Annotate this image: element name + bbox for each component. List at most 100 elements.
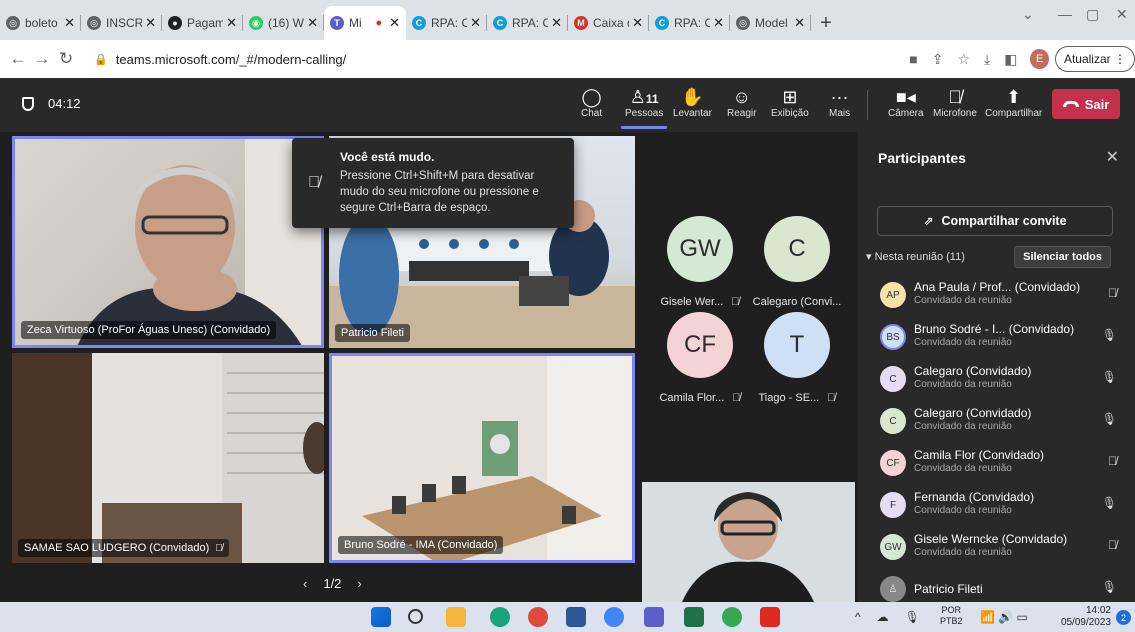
browser-tab[interactable]: C RPA: O ✕	[487, 6, 568, 40]
sidepanel-icon[interactable]: ◧	[1004, 51, 1017, 68]
avatar: AP	[880, 282, 906, 308]
close-tab-icon[interactable]: ✕	[145, 15, 156, 31]
browser-tab[interactable]: ◎ INSCRI✕	[81, 6, 162, 40]
close-tab-icon[interactable]: ✕	[713, 15, 724, 31]
mute-all-button[interactable]: Silenciar todos	[1014, 246, 1111, 268]
download-icon[interactable]: ⤓	[984, 51, 990, 68]
react-button[interactable]: ☺ Reagir	[727, 86, 756, 119]
clock[interactable]: 14:02 05/09/2023	[1061, 605, 1111, 629]
prev-page-icon[interactable]: ‹	[303, 576, 307, 591]
close-tab-icon[interactable]: ✕	[226, 15, 237, 31]
close-tab-icon[interactable]: ✕	[794, 15, 805, 31]
acrobat-icon[interactable]	[760, 607, 780, 627]
chevron-up-icon[interactable]: ^	[855, 610, 861, 624]
chrome-profile-icon[interactable]	[604, 607, 624, 627]
reload-icon[interactable]: ↻	[54, 49, 78, 69]
excel-icon[interactable]	[684, 607, 704, 627]
new-tab-button[interactable]: +	[811, 6, 841, 40]
participant-row[interactable]: GW Gisele Werncke (Convidado) Convidado da…	[858, 530, 1135, 570]
toast-title: Você está mudo.	[340, 150, 435, 164]
mic-icon[interactable]: 🎙	[1102, 370, 1117, 384]
browser-tab[interactable]: ◎ boleto ✕	[0, 6, 81, 40]
share-button[interactable]: ⬆ Compartilhar	[985, 86, 1042, 119]
address-bar[interactable]: 🔒 teams.microsoft.com/_#/modern-calling/	[86, 45, 790, 73]
share-invite-button[interactable]: ⇗ Compartilhar convite	[877, 206, 1113, 236]
leave-button[interactable]: Sair	[1052, 89, 1120, 119]
wifi-volume-battery-icon[interactable]: 📶 🔊 ▭	[980, 610, 1028, 624]
browser-tab[interactable]: T Mi ● ✕	[324, 6, 406, 40]
share-page-icon[interactable]: ⇪	[932, 51, 944, 68]
notification-badge[interactable]: 2	[1116, 610, 1131, 625]
participant-avatar-tile[interactable]: T Tiago - SE... 🎙̸	[752, 312, 842, 404]
participant-row[interactable]: BS Bruno Sodré - I... (Convidado) Convidad…	[858, 320, 1135, 360]
close-tab-icon[interactable]: ✕	[307, 15, 318, 31]
restore-icon[interactable]: ▢	[1086, 6, 1099, 23]
update-button[interactable]: Atualizar ⋮	[1054, 46, 1135, 72]
video-feed	[77, 139, 321, 345]
participant-row[interactable]: CF Camila Flor (Convidado) Convidado da re…	[858, 446, 1135, 486]
close-icon[interactable]: ✕	[1106, 147, 1119, 167]
mic-icon[interactable]: 🎙	[1102, 580, 1117, 594]
cloud-icon[interactable]: ☁	[877, 610, 889, 624]
minimize-icon[interactable]: —	[1058, 6, 1072, 22]
section-header[interactable]: ▾ Nesta reunião (11)	[866, 250, 965, 263]
close-tab-icon[interactable]: ✕	[470, 15, 481, 31]
participant-avatar-tile[interactable]: CF Camila Flor... 🎙̸	[655, 312, 745, 404]
back-icon[interactable]: ←	[6, 49, 30, 69]
chat-button[interactable]: ◯ Chat	[581, 86, 602, 119]
video-tile[interactable]: Zeca Virtuoso (ProFor Águas Unesc) (Conv…	[12, 136, 324, 348]
next-page-icon[interactable]: ›	[357, 576, 361, 591]
file-explorer-icon[interactable]	[446, 607, 466, 627]
browser-tab[interactable]: C RPA: O ✕	[406, 6, 487, 40]
browser-tab[interactable]: ◉ (16) W ✕	[243, 6, 324, 40]
participant-row[interactable]: C Calegaro (Convidado) Convidado da reuniã…	[858, 404, 1135, 444]
mic-icon[interactable]: 🎙	[1102, 412, 1117, 426]
teams-icon[interactable]	[644, 607, 664, 627]
profile-avatar[interactable]: E	[1030, 49, 1049, 69]
camera-indicator-icon[interactable]: ■	[909, 51, 917, 67]
raise-hand-button[interactable]: ✋ Levantar	[673, 86, 712, 119]
language-indicator[interactable]: POR PTB2	[940, 605, 963, 627]
avatar: BS	[880, 324, 906, 350]
close-window-icon[interactable]: ✕	[1116, 6, 1128, 23]
tab-search-icon[interactable]: ⌄	[1022, 6, 1034, 23]
mic-tray-icon[interactable]: 🎙	[905, 610, 920, 624]
mic-icon[interactable]: 🎙	[1102, 328, 1117, 342]
bookmark-star-icon[interactable]: ☆	[957, 51, 970, 68]
mic-off-icon[interactable]: 🎙̸	[1108, 286, 1117, 300]
chrome-icon[interactable]	[528, 607, 548, 627]
mic-off-icon[interactable]: 🎙̸	[1108, 454, 1117, 468]
participant-row[interactable]: C Calegaro (Convidado) Convidado da reuniã…	[858, 362, 1135, 402]
browser-tab[interactable]: M Caixa d✕	[568, 6, 649, 40]
mic-off-icon[interactable]: 🎙̸	[1108, 538, 1117, 552]
browser-tab[interactable]: ● Pagam ✕	[162, 6, 243, 40]
camera-button[interactable]: ■◂ Câmera	[888, 86, 924, 119]
participant-avatar-tile[interactable]: C Calegaro (Convi...	[752, 216, 842, 308]
search-icon[interactable]	[408, 609, 423, 624]
participant-row[interactable]: F Fernanda (Convidado) Convidado da reuniã…	[858, 488, 1135, 528]
video-tile[interactable]: Bruno Sodré - IMA (Convidado)	[329, 353, 635, 563]
participant-avatar-tile[interactable]: GW Gisele Wer... 🎙̸	[655, 216, 745, 308]
lang-text: POR	[941, 605, 962, 615]
mic-off-icon: 🎙̸	[731, 296, 740, 308]
start-icon[interactable]	[371, 607, 391, 627]
video-tile[interactable]: SAMAE SAO LUDGERO (Convidado) 🎙̸	[12, 353, 324, 563]
more-button[interactable]: ··· Mais	[829, 86, 850, 119]
close-tab-icon[interactable]: ✕	[551, 15, 562, 31]
close-tab-icon[interactable]: ✕	[64, 15, 75, 31]
participant-row[interactable]: AP Ana Paula / Prof... (Convidado) Convida…	[858, 278, 1135, 318]
close-tab-icon[interactable]: ✕	[389, 15, 400, 31]
view-button[interactable]: ⊞ Exibição	[771, 86, 809, 119]
microphone-button[interactable]: 🎙̸ Microfone	[933, 86, 977, 119]
browser-tab[interactable]: ◎ Model ✕	[730, 6, 811, 40]
chrome-profile2-icon[interactable]	[722, 607, 742, 627]
browser-tab[interactable]: C RPA: O ✕	[649, 6, 730, 40]
self-video-tile[interactable]	[642, 482, 855, 602]
word-icon[interactable]	[566, 607, 586, 627]
share-icon: ⇗	[923, 214, 934, 228]
mic-icon[interactable]: 🎙	[1102, 496, 1117, 510]
close-tab-icon[interactable]: ✕	[632, 15, 643, 31]
forward-icon[interactable]: →	[30, 49, 54, 69]
people-button[interactable]: ♙11 Pessoas	[620, 86, 668, 129]
edge-icon[interactable]	[490, 607, 510, 627]
